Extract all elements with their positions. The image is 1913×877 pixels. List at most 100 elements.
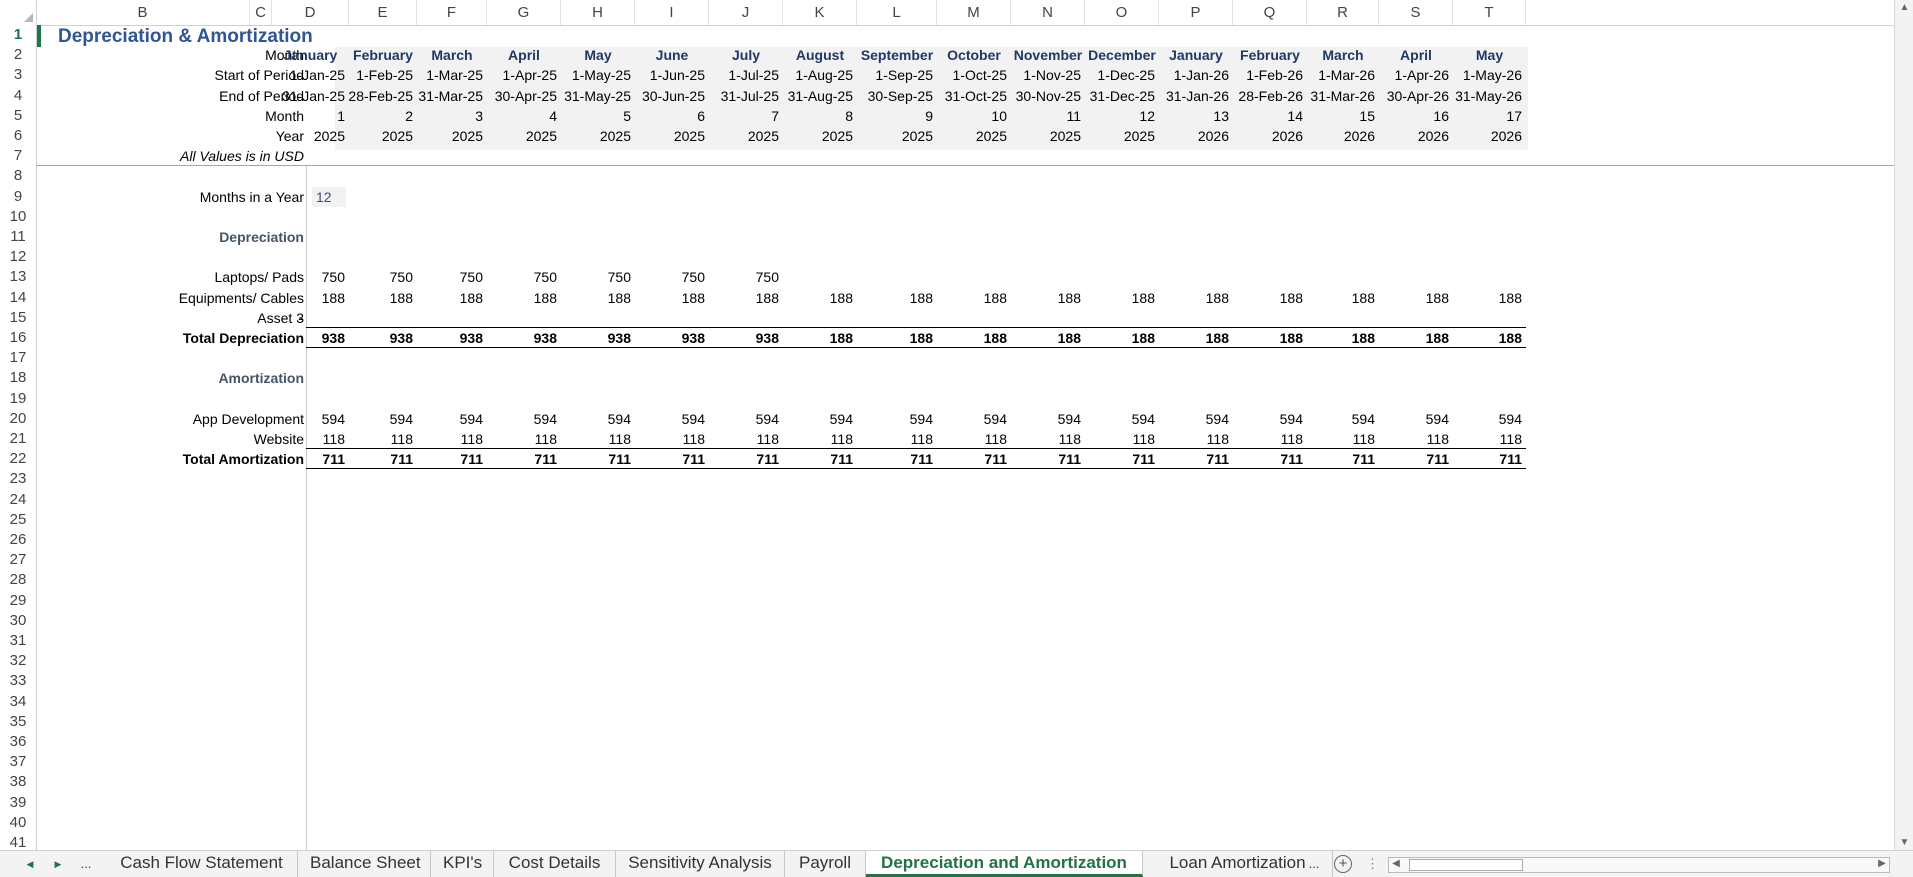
amortization-value-cell[interactable]: 594 [853,409,933,429]
month-number-cell[interactable]: 17 [1449,106,1522,126]
month-number-cell[interactable]: 12 [1081,106,1155,126]
year-cell[interactable]: 2025 [268,126,345,146]
column-header-q[interactable]: Q [1233,0,1307,25]
amortization-value-cell[interactable]: 594 [1081,409,1155,429]
row-header-26[interactable]: 26 [0,530,36,550]
total-depreciation-cell[interactable]: 188 [1081,328,1155,348]
row-header-12[interactable]: 12 [0,247,36,267]
amortization-value-cell[interactable]: 594 [1303,409,1375,429]
amortization-value-cell[interactable]: 118 [557,429,631,449]
start-date-cell[interactable]: 1-Jun-25 [631,65,705,85]
month-number-cell[interactable]: 5 [557,106,631,126]
year-cell[interactable]: 2026 [1375,126,1449,146]
total-amortization-cell[interactable]: 711 [631,449,705,469]
amortization-value-cell[interactable]: 594 [1007,409,1081,429]
start-date-cell[interactable]: 1-Mar-25 [413,65,483,85]
total-depreciation-cell[interactable]: 188 [1303,328,1375,348]
amortization-value-cell[interactable]: 594 [631,409,705,429]
total-depreciation-cell[interactable]: 938 [705,328,779,348]
amortization-value-cell[interactable]: 118 [1081,429,1155,449]
total-depreciation-cell[interactable]: 188 [1007,328,1081,348]
column-header-b[interactable]: B [36,0,250,25]
year-cell[interactable]: 2026 [1449,126,1522,146]
sheet-tab[interactable]: Balance Sheet [298,851,431,877]
month-number-cell[interactable]: 7 [705,106,779,126]
amortization-value-cell[interactable]: 118 [1155,429,1229,449]
year-cell[interactable]: 2025 [413,126,483,146]
depreciation-value-cell[interactable]: 188 [483,288,557,308]
end-date-cell[interactable]: 31-Dec-25 [1081,86,1155,106]
start-date-cell[interactable]: 1-Aug-25 [779,65,853,85]
start-date-cell[interactable]: 1-Feb-26 [1229,65,1303,85]
total-amortization-cell[interactable]: 711 [345,449,413,469]
depreciation-value-cell[interactable]: 750 [705,267,779,287]
end-date-cell[interactable]: 28-Feb-26 [1229,86,1303,106]
vertical-scrollbar[interactable]: ▲ ▼ [1894,0,1913,850]
end-date-cell[interactable]: 30-Sep-25 [853,86,933,106]
start-date-cell[interactable]: 1-Dec-25 [1081,65,1155,85]
total-depreciation-cell[interactable]: 938 [345,328,413,348]
depreciation-value-cell[interactable]: 750 [631,267,705,287]
total-depreciation-cell[interactable]: 188 [1229,328,1303,348]
month-number-cell[interactable]: 11 [1007,106,1081,126]
total-amortization-cell[interactable]: 711 [853,449,933,469]
amortization-value-cell[interactable]: 118 [933,429,1007,449]
total-amortization-cell[interactable]: 711 [1229,449,1303,469]
amortization-value-cell[interactable]: 118 [1449,429,1522,449]
depreciation-value-cell[interactable]: 188 [413,288,483,308]
row-header-39[interactable]: 39 [0,793,36,813]
start-date-cell[interactable]: 1-Mar-26 [1303,65,1375,85]
add-sheet-icon[interactable]: + [1334,855,1352,873]
year-cell[interactable]: 2026 [1303,126,1375,146]
total-amortization-cell[interactable]: 711 [413,449,483,469]
amortization-value-cell[interactable]: 118 [779,429,853,449]
end-date-cell[interactable]: 31-May-26 [1449,86,1522,106]
month-number-cell[interactable]: 15 [1303,106,1375,126]
start-date-cell[interactable]: 1-Feb-25 [345,65,413,85]
depreciation-value-cell[interactable]: 188 [779,288,853,308]
end-date-cell[interactable]: 30-Nov-25 [1007,86,1081,106]
column-header-g[interactable]: G [487,0,561,25]
sheet-tab[interactable]: Payroll [785,851,866,877]
column-header-t[interactable]: T [1453,0,1526,25]
row-header-17[interactable]: 17 [0,348,36,368]
column-header-s[interactable]: S [1379,0,1453,25]
amortization-value-cell[interactable]: 118 [1229,429,1303,449]
amortization-value-cell[interactable]: 118 [1303,429,1375,449]
horizontal-scrollbar[interactable]: ◀ ▶ [1388,857,1890,873]
amortization-value-cell[interactable]: 118 [1375,429,1449,449]
amortization-value-cell[interactable]: 594 [345,409,413,429]
scroll-left-icon[interactable]: ◀ [1389,858,1403,869]
sheet-tab[interactable]: Cost Details [494,851,616,877]
column-header-l[interactable]: L [857,0,937,25]
total-depreciation-cell[interactable]: 188 [853,328,933,348]
row-header-30[interactable]: 30 [0,611,36,631]
row-header-28[interactable]: 28 [0,570,36,590]
month-number-cell[interactable]: 1 [268,106,345,126]
column-header-m[interactable]: M [937,0,1011,25]
month-number-cell[interactable]: 8 [779,106,853,126]
month-number-cell[interactable]: 13 [1155,106,1229,126]
row-header-21[interactable]: 21 [0,429,36,449]
month-number-cell[interactable]: 3 [413,106,483,126]
year-cell[interactable]: 2025 [853,126,933,146]
amortization-value-cell[interactable]: 594 [779,409,853,429]
column-header-h[interactable]: H [561,0,635,25]
depreciation-value-cell[interactable]: 188 [1449,288,1522,308]
tab-scroll-right-icon[interactable]: ▶ [48,851,68,877]
total-depreciation-cell[interactable]: 938 [268,328,345,348]
total-amortization-cell[interactable]: 711 [1007,449,1081,469]
amortization-value-cell[interactable]: 118 [705,429,779,449]
year-cell[interactable]: 2025 [933,126,1007,146]
end-date-cell[interactable]: 31-Jan-26 [1155,86,1229,106]
depreciation-value-cell[interactable]: 188 [1303,288,1375,308]
month-number-cell[interactable]: 10 [933,106,1007,126]
depreciation-value-cell[interactable]: 188 [1155,288,1229,308]
total-amortization-cell[interactable]: 711 [779,449,853,469]
amortization-value-cell[interactable]: 118 [345,429,413,449]
total-depreciation-cell[interactable]: 938 [483,328,557,348]
year-cell[interactable]: 2026 [1155,126,1229,146]
row-header-23[interactable]: 23 [0,469,36,489]
end-date-cell[interactable]: 31-May-25 [557,86,631,106]
end-date-cell[interactable]: 31-Aug-25 [779,86,853,106]
